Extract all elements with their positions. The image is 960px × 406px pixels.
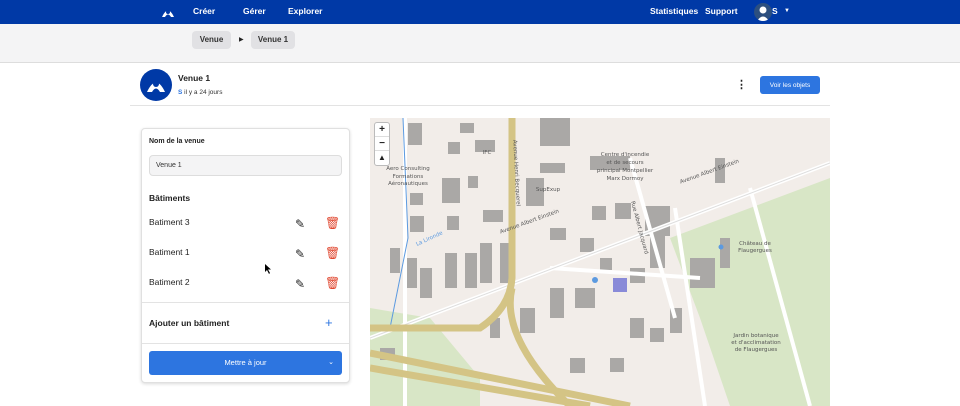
update-button[interactable]: Mettre à jour ⌄ bbox=[149, 351, 342, 375]
author[interactable]: S bbox=[178, 89, 182, 96]
breadcrumb-venue[interactable]: Venue bbox=[192, 31, 231, 49]
chevron-right-icon: ▶ bbox=[239, 37, 244, 43]
zoom-out-button[interactable]: − bbox=[375, 137, 389, 151]
user-avatar[interactable] bbox=[754, 3, 772, 21]
map-label-ifc: IFC bbox=[483, 150, 492, 156]
map-label-fire-station: Marx Dormoy bbox=[607, 176, 645, 182]
divider bbox=[142, 302, 349, 303]
map-label-fire-station: et de secours bbox=[606, 160, 643, 166]
building-name: Batiment 3 bbox=[149, 217, 190, 227]
top-navbar: Créer Gérer Explorer Statistiques Suppor… bbox=[0, 0, 960, 24]
map-label-jardin: Jardin botanique bbox=[732, 333, 779, 339]
park-area bbox=[670, 178, 830, 406]
add-building-label[interactable]: Ajouter un bâtiment bbox=[149, 318, 229, 328]
map-label-fire-station: Centre d'incendie bbox=[601, 152, 650, 158]
building-name: Batiment 2 bbox=[149, 277, 190, 287]
breadcrumb: Venue ▶ Venue 1 bbox=[0, 24, 960, 63]
map-label-jardin: de Flaugergues bbox=[735, 347, 778, 353]
timestamp: il y a 24 jours bbox=[184, 89, 223, 96]
map-label-chateau: Château de bbox=[739, 240, 771, 247]
mouse-cursor-icon bbox=[265, 264, 271, 274]
venue-avatar bbox=[140, 69, 172, 101]
nav-explorer[interactable]: Explorer bbox=[288, 6, 323, 16]
divider bbox=[142, 343, 349, 344]
venue-form-panel: Nom de la venue Bâtiments Batiment 3 ✎ 🗑… bbox=[141, 128, 350, 383]
building-name: Batiment 1 bbox=[149, 247, 190, 257]
buildings-heading: Bâtiments bbox=[149, 193, 191, 203]
nav-statistiques[interactable]: Statistiques bbox=[650, 6, 698, 16]
app-logo-icon[interactable] bbox=[160, 4, 176, 20]
chevron-down-icon[interactable]: ⌄ bbox=[328, 351, 334, 375]
map-label-fire-station: principal Montpellier bbox=[597, 168, 654, 174]
plus-icon[interactable]: + bbox=[325, 315, 333, 330]
nav-support[interactable]: Support bbox=[705, 6, 738, 16]
map-label-lironde: La Lironde bbox=[415, 230, 444, 248]
map-label-aero: Aero Consulting bbox=[386, 166, 430, 172]
map-label-jardin: et d'acclimatation bbox=[731, 340, 781, 346]
nav-creer[interactable]: Créer bbox=[193, 6, 215, 16]
map-label-aero: Aéronautiques bbox=[388, 180, 428, 187]
map-label-supexup: SupExup bbox=[536, 187, 561, 193]
zoom-control: + − ▲ bbox=[374, 122, 390, 166]
venue-meta: S il y a 24 jours bbox=[178, 89, 222, 96]
pencil-icon[interactable]: ✎ bbox=[295, 217, 305, 231]
map-label-chateau: Flaugergues bbox=[738, 248, 772, 254]
chevron-down-icon[interactable]: ▼ bbox=[784, 8, 790, 14]
trash-icon[interactable]: 🗑 bbox=[325, 276, 340, 290]
trash-icon[interactable]: 🗑 bbox=[325, 216, 340, 230]
map-label-einstein: Avenue Albert Einstein bbox=[679, 158, 740, 185]
map-view[interactable]: IFC Aero Consulting Formations Aéronauti… bbox=[370, 118, 830, 406]
compass-icon[interactable]: ▲ bbox=[375, 151, 389, 165]
pencil-icon[interactable]: ✎ bbox=[295, 277, 305, 291]
venue-header: Venue 1 S il y a 24 jours ⋮ Voir les obj… bbox=[130, 64, 830, 106]
user-name[interactable]: S bbox=[772, 6, 778, 16]
venue-name-input[interactable] bbox=[149, 155, 342, 176]
map-label-aero: Formations bbox=[393, 174, 424, 180]
pencil-icon[interactable]: ✎ bbox=[295, 247, 305, 261]
map-canvas[interactable]: IFC Aero Consulting Formations Aéronauti… bbox=[370, 118, 830, 406]
zoom-in-button[interactable]: + bbox=[375, 123, 389, 137]
more-options-icon[interactable]: ⋮ bbox=[736, 78, 747, 92]
breadcrumb-venue-1[interactable]: Venue 1 bbox=[251, 31, 295, 49]
venue-building-highlight bbox=[613, 278, 627, 292]
nav-gerer[interactable]: Gérer bbox=[243, 6, 266, 16]
page-title: Venue 1 bbox=[178, 73, 211, 83]
view-objects-button[interactable]: Voir les objets bbox=[760, 76, 820, 94]
trash-icon[interactable]: 🗑 bbox=[325, 246, 340, 260]
update-label: Mettre à jour bbox=[224, 358, 267, 367]
venue-name-label: Nom de la venue bbox=[149, 138, 205, 145]
